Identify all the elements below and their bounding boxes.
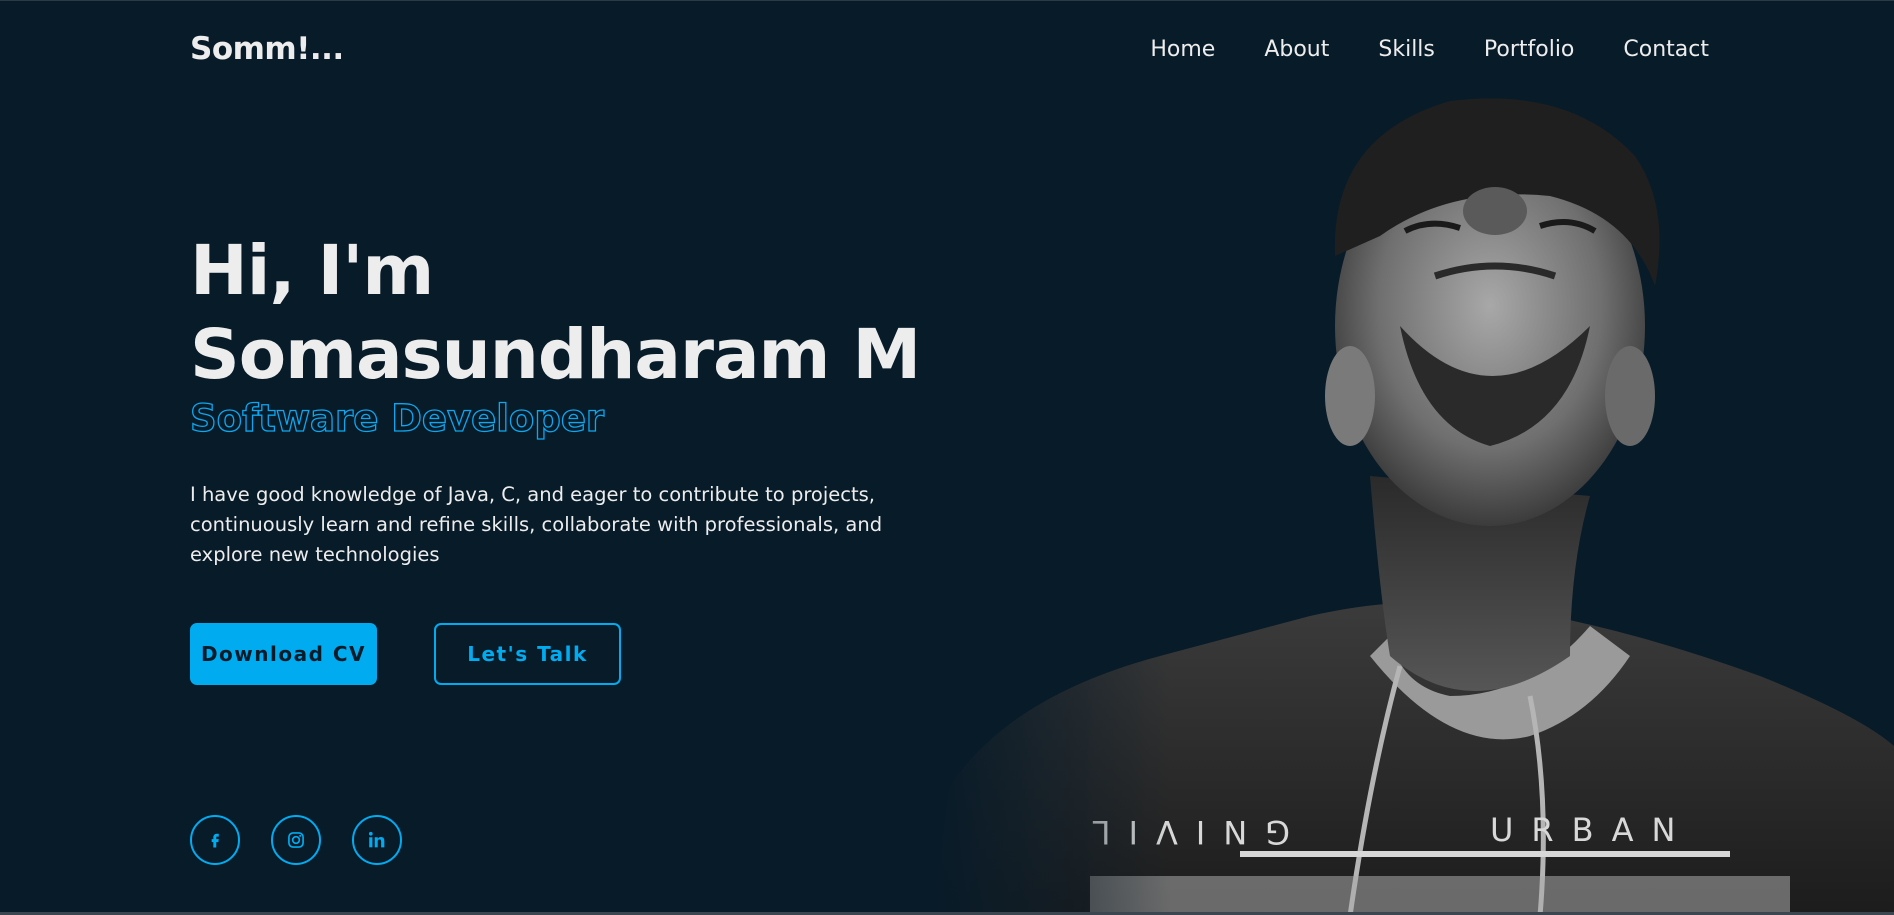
nav-skills[interactable]: Skills (1378, 37, 1435, 62)
profile-photo: GNIVIL URBAN (930, 96, 1894, 915)
hero-section: Hi, I'm Somasundharam M Software Develop… (189, 229, 950, 570)
download-cv-button[interactable]: Download CV (190, 623, 377, 685)
facebook-link[interactable] (190, 815, 240, 865)
main-nav: Home About Skills Portfolio Contact (1150, 37, 1709, 62)
linkedin-icon (368, 831, 385, 848)
greeting-line-1: Hi, I'm (190, 231, 434, 311)
page: Somm!... Home About Skills Portfolio Con… (0, 0, 1894, 915)
linkedin-link[interactable] (352, 815, 402, 865)
site-header: Somm!... Home About Skills Portfolio Con… (0, 1, 1894, 101)
hero-description: I have good knowledge of Java, C, and ea… (190, 483, 883, 566)
hero-greeting: Hi, I'm Somasundharam M (190, 229, 950, 397)
nav-portfolio[interactable]: Portfolio (1484, 37, 1575, 62)
greeting-line-2: Somasundharam M (190, 315, 921, 395)
hero-buttons: Download CV Let's Talk (190, 623, 621, 685)
lets-talk-button[interactable]: Let's Talk (434, 623, 621, 685)
facebook-icon (211, 833, 219, 848)
social-links (190, 815, 402, 865)
instagram-icon (288, 832, 304, 848)
nav-contact[interactable]: Contact (1623, 37, 1709, 62)
nav-about[interactable]: About (1264, 37, 1329, 62)
instagram-link[interactable] (271, 815, 321, 865)
job-title: Software Developer (189, 396, 605, 440)
logo[interactable]: Somm!... (190, 31, 344, 67)
nav-home[interactable]: Home (1150, 37, 1215, 62)
